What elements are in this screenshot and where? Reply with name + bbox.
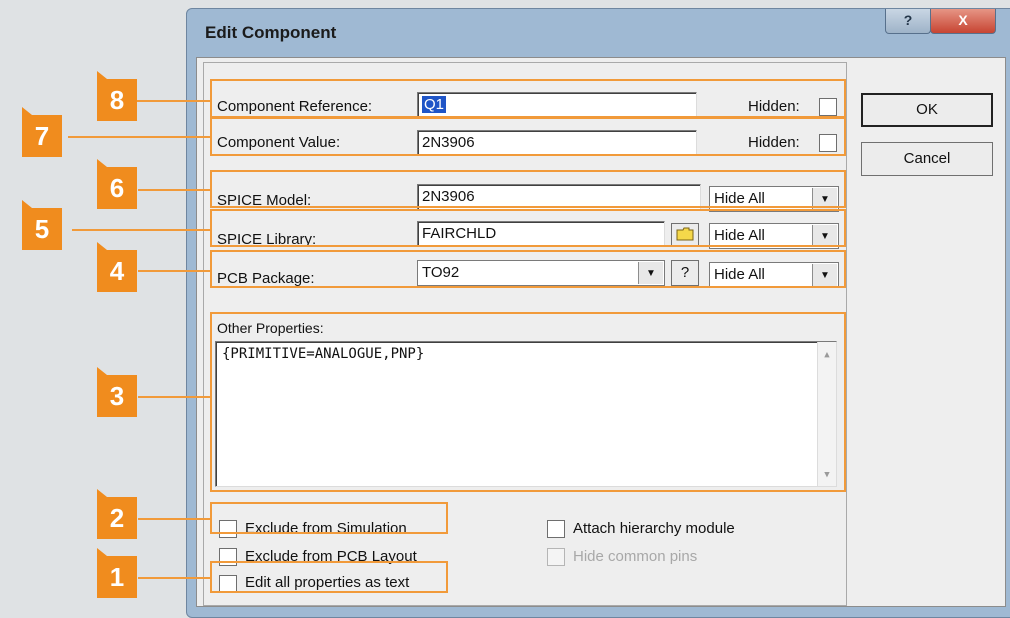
other-properties-textarea[interactable]: {PRIMITIVE=ANALOGUE,PNP} ▲ ▼ [215, 341, 837, 487]
callout-connector [138, 189, 210, 191]
pcb-package-select[interactable]: TO92 ▼ [417, 260, 665, 286]
folder-icon [676, 227, 694, 241]
ok-button[interactable]: OK [861, 93, 993, 127]
callout-badge-3: 3 [97, 367, 137, 417]
dropdown-arrow-icon[interactable]: ▼ [812, 264, 837, 286]
callout-connector [68, 136, 210, 138]
value-hidden-checkbox[interactable] [819, 134, 837, 152]
browse-library-button[interactable] [671, 223, 699, 247]
edit-as-text-checkbox[interactable] [219, 575, 237, 593]
reference-hidden-label: Hidden: [748, 98, 800, 115]
textarea-scrollbar[interactable]: ▲ ▼ [817, 342, 836, 486]
callout-connector [138, 396, 210, 398]
exclude-simulation-label[interactable]: Exclude from Simulation [245, 520, 407, 537]
exclude-simulation-checkbox[interactable] [219, 520, 237, 538]
cancel-button[interactable]: Cancel [861, 142, 993, 176]
title-bar: Edit Component ? X [187, 9, 1010, 57]
dialog-title: Edit Component [205, 23, 337, 42]
pcb-package-help-button[interactable]: ? [671, 260, 699, 286]
spice-model-label: SPICE Model: [217, 192, 312, 209]
close-title-button[interactable]: X [930, 9, 996, 34]
help-title-button[interactable]: ? [885, 9, 931, 34]
dialog-client-area: Component Reference: Q1 Hidden: Componen… [196, 57, 1006, 607]
callout-connector [72, 229, 210, 231]
spice-library-label: SPICE Library: [217, 231, 317, 248]
other-properties-text: {PRIMITIVE=ANALOGUE,PNP} [222, 346, 425, 362]
callout-connector [138, 270, 210, 272]
spice-library-visibility-value: Hide All [714, 227, 765, 244]
edit-component-window: Edit Component ? X Component Reference: … [186, 8, 1010, 618]
other-properties-label: Other Properties: [217, 320, 324, 336]
attach-hierarchy-checkbox[interactable] [547, 520, 565, 538]
callout-badge-5: 5 [22, 200, 62, 250]
hide-common-pins-label: Hide common pins [573, 548, 698, 565]
callout-badge-1: 1 [97, 548, 137, 598]
dropdown-arrow-icon[interactable]: ▼ [812, 225, 837, 247]
dropdown-arrow-icon[interactable]: ▼ [638, 262, 663, 284]
callout-badge-6: 6 [97, 159, 137, 209]
component-reference-input[interactable]: Q1 [417, 92, 697, 118]
exclude-pcb-checkbox[interactable] [219, 548, 237, 566]
pcb-package-label: PCB Package: [217, 270, 315, 287]
spice-library-visibility-select[interactable]: Hide All ▼ [709, 223, 839, 249]
component-reference-value: Q1 [422, 96, 447, 113]
callout-badge-2: 2 [97, 489, 137, 539]
component-value-label: Component Value: [217, 134, 341, 151]
component-value-input[interactable]: 2N3906 [417, 130, 697, 156]
callout-badge-7: 7 [22, 107, 62, 157]
callout-badge-4: 4 [97, 242, 137, 292]
edit-as-text-label[interactable]: Edit all properties as text [245, 574, 409, 591]
callout-connector [138, 577, 210, 579]
pcb-package-value: TO92 [422, 264, 460, 281]
attach-hierarchy-label[interactable]: Attach hierarchy module [573, 520, 735, 537]
value-hidden-label: Hidden: [748, 134, 800, 151]
scroll-down-icon[interactable]: ▼ [818, 470, 836, 480]
pcb-package-visibility-select[interactable]: Hide All ▼ [709, 262, 839, 288]
callout-connector [138, 518, 210, 520]
callout-connector [136, 100, 210, 102]
reference-hidden-checkbox[interactable] [819, 98, 837, 116]
scroll-up-icon[interactable]: ▲ [818, 350, 836, 360]
hide-common-pins-checkbox [547, 548, 565, 566]
spice-model-input[interactable]: 2N3906 [417, 184, 701, 210]
dropdown-arrow-icon[interactable]: ▼ [812, 188, 837, 210]
callout-badge-8: 8 [97, 71, 137, 121]
exclude-pcb-label[interactable]: Exclude from PCB Layout [245, 548, 417, 565]
spice-library-input[interactable]: FAIRCHLD [417, 221, 665, 247]
pcb-package-visibility-value: Hide All [714, 266, 765, 283]
component-reference-label: Component Reference: [217, 98, 373, 115]
spice-model-visibility-value: Hide All [714, 190, 765, 207]
spice-model-visibility-select[interactable]: Hide All ▼ [709, 186, 839, 212]
